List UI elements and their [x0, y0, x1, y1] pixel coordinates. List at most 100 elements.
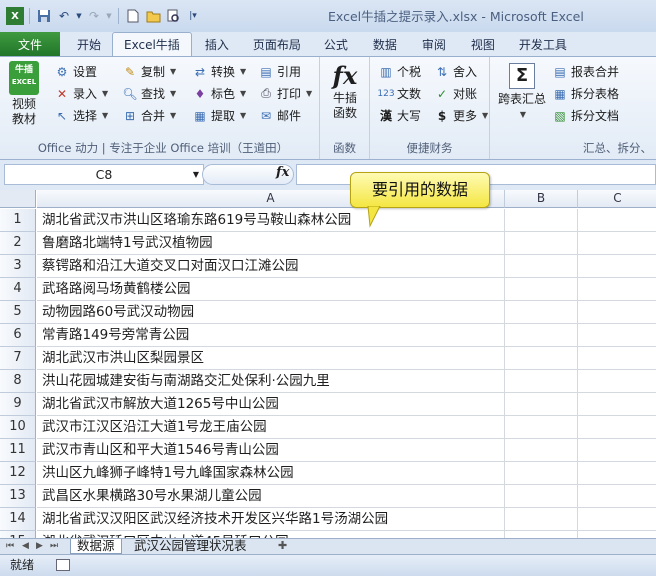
print-preview-icon[interactable]	[164, 7, 182, 25]
cell-b[interactable]	[505, 324, 578, 347]
next-sheet-icon[interactable]: ▶	[36, 541, 43, 551]
insert-sheet-icon[interactable]: ✚	[278, 539, 287, 552]
cell-a[interactable]: 蔡锷路和沿江大道交叉口对面汉口江滩公园	[37, 255, 505, 278]
redo-icon[interactable]: ↷	[85, 7, 103, 25]
cell-b[interactable]	[505, 531, 578, 538]
cell-c[interactable]	[578, 508, 656, 531]
cell-b[interactable]	[505, 462, 578, 485]
cell-b[interactable]	[505, 255, 578, 278]
row-header[interactable]: 6	[0, 324, 36, 347]
more-button[interactable]: $ 更多 ▼	[434, 107, 488, 124]
cell-c[interactable]	[578, 370, 656, 393]
cell-a[interactable]: 武汉市江汉区沿江大道1号龙王庙公园	[37, 416, 505, 439]
macro-record-icon[interactable]	[56, 559, 70, 571]
cell-c[interactable]	[578, 255, 656, 278]
split-table-button[interactable]: ▦ 拆分表格	[552, 85, 619, 102]
print-button[interactable]: ⎙ 打印 ▼	[258, 85, 312, 102]
income-tax-button[interactable]: ▥ 个税	[378, 63, 421, 80]
cell-a[interactable]: 湖北省武汉市解放大道1265号中山公园	[37, 393, 505, 416]
cell-c[interactable]	[578, 439, 656, 462]
name-box[interactable]: C8 ▼	[4, 164, 204, 185]
cell-a[interactable]: 湖北省武汉汉阳区武汉经济技术开发区兴华路1号汤湖公园	[37, 508, 505, 531]
row-header[interactable]: 1	[0, 209, 36, 232]
row-header[interactable]: 12	[0, 462, 36, 485]
cell-b[interactable]	[505, 439, 578, 462]
cell-a[interactable]: 常青路149号旁常青公园	[37, 324, 505, 347]
cell-a[interactable]: 湖北省武汉市洪山区珞瑜东路619号马鞍山森林公园	[37, 209, 505, 232]
merge-button[interactable]: ⊞ 合并 ▼	[122, 107, 176, 124]
reconcile-button[interactable]: ✓ 对账	[434, 85, 477, 102]
cell-c[interactable]	[578, 393, 656, 416]
copy-button[interactable]: ✎ 复制 ▼	[122, 63, 176, 80]
settings-button[interactable]: ⚙ 设置	[54, 63, 97, 80]
tab-view[interactable]: 视图	[458, 32, 508, 56]
cell-a[interactable]: 湖北武汉市洪山区梨园景区	[37, 347, 505, 370]
cross-sheet-summary-button[interactable]: Σ 跨表汇总 ▼	[494, 63, 550, 122]
tab-data[interactable]: 数据	[360, 32, 410, 56]
excel-app-icon[interactable]: X	[6, 7, 24, 25]
column-header-c[interactable]: C	[578, 190, 656, 208]
tab-review[interactable]: 审阅	[410, 32, 458, 56]
tab-developer[interactable]: 开发工具	[508, 32, 578, 56]
convert-button[interactable]: ⇄ 转换 ▼	[192, 63, 246, 80]
cell-c[interactable]	[578, 232, 656, 255]
tab-page-layout[interactable]: 页面布局	[242, 32, 312, 56]
row-header[interactable]: 5	[0, 301, 36, 324]
cell-c[interactable]	[578, 278, 656, 301]
tab-file[interactable]: 文件	[0, 32, 60, 56]
chevron-down-icon[interactable]: ▼	[193, 165, 199, 184]
row-header[interactable]: 15	[0, 531, 36, 538]
cell-c[interactable]	[578, 347, 656, 370]
cell-b[interactable]	[505, 209, 578, 232]
open-folder-icon[interactable]	[144, 7, 162, 25]
cell-a[interactable]: 武珞路阅马场黄鹤楼公园	[37, 278, 505, 301]
niucha-function-button[interactable]: fx 牛插 函数	[325, 61, 365, 121]
cell-c[interactable]	[578, 301, 656, 324]
row-header[interactable]: 4	[0, 278, 36, 301]
cell-b[interactable]	[505, 508, 578, 531]
cell-b[interactable]	[505, 485, 578, 508]
sheet-tab-data-source[interactable]: 数据源	[70, 539, 122, 554]
report-merge-button[interactable]: ▤ 报表合并	[552, 63, 619, 80]
cell-c[interactable]	[578, 209, 656, 232]
cell-a[interactable]: 动物园路60号武汉动物园	[37, 301, 505, 324]
row-header[interactable]: 7	[0, 347, 36, 370]
cell-b[interactable]	[505, 416, 578, 439]
row-header[interactable]: 14	[0, 508, 36, 531]
save-icon[interactable]	[35, 7, 53, 25]
mail-button[interactable]: ✉ 邮件	[258, 107, 301, 124]
video-tutorial-button[interactable]: 牛插 EXCEL 视频 教材	[6, 61, 42, 127]
select-button[interactable]: ↖ 选择 ▼	[54, 107, 108, 124]
cell-c[interactable]	[578, 416, 656, 439]
split-document-button[interactable]: ▧ 拆分文档	[552, 107, 619, 124]
new-file-icon[interactable]	[124, 7, 142, 25]
chevron-down-icon[interactable]: ▼	[75, 7, 83, 25]
cell-c[interactable]	[578, 485, 656, 508]
row-header[interactable]: 10	[0, 416, 36, 439]
undo-icon[interactable]: ↶	[55, 7, 73, 25]
uppercase-button[interactable]: 漢 大写	[378, 107, 421, 124]
tab-formulas[interactable]: 公式	[312, 32, 360, 56]
tab-insert[interactable]: 插入	[192, 32, 242, 56]
row-header[interactable]: 3	[0, 255, 36, 278]
cell-b[interactable]	[505, 278, 578, 301]
chevron-down-icon[interactable]: ▼	[105, 7, 113, 25]
cell-a[interactable]: 洪山区九峰狮子峰特1号九峰国家森林公园	[37, 462, 505, 485]
row-header[interactable]: 2	[0, 232, 36, 255]
row-header[interactable]: 13	[0, 485, 36, 508]
cell-a[interactable]: 武昌区水果横路30号水果湖儿童公园	[37, 485, 505, 508]
insert-function-icon[interactable]: fx	[276, 165, 289, 180]
first-sheet-icon[interactable]: ⏮	[6, 541, 14, 551]
tab-home[interactable]: 开始	[66, 32, 112, 56]
row-header[interactable]: 11	[0, 439, 36, 462]
cell-c[interactable]	[578, 531, 656, 538]
entry-button[interactable]: ✕ 录入 ▼	[54, 85, 108, 102]
cell-b[interactable]	[505, 301, 578, 324]
select-all-corner[interactable]	[0, 190, 36, 208]
cell-a[interactable]: 湖北省武汉硚口区中山大道45号硚口公园	[37, 531, 505, 538]
text-number-button[interactable]: 123 文数	[377, 85, 421, 102]
highlight-button[interactable]: ♦ 标色 ▼	[192, 85, 247, 102]
prev-sheet-icon[interactable]: ◀	[22, 541, 29, 551]
row-header[interactable]: 9	[0, 393, 36, 416]
sheet-tab-park-status[interactable]: 武汉公园管理状况表	[128, 539, 253, 554]
